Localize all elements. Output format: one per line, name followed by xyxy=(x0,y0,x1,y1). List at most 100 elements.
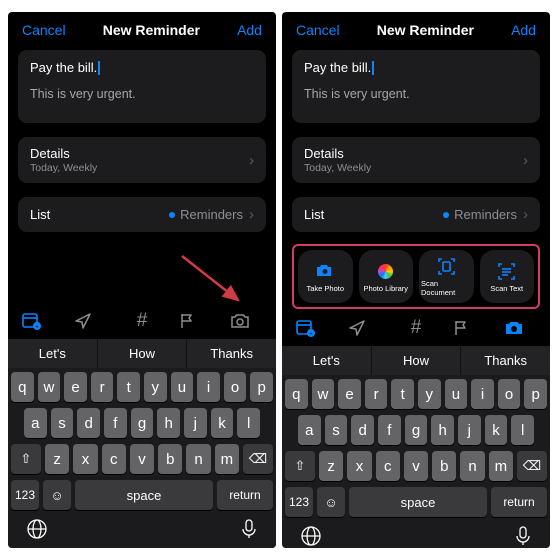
space-key[interactable]: space xyxy=(75,480,213,510)
photo-library-button[interactable]: Photo Library xyxy=(359,250,414,303)
key-b[interactable]: b xyxy=(158,444,182,474)
return-key[interactable]: return xyxy=(217,480,273,510)
key-x[interactable]: x xyxy=(347,451,371,481)
return-key[interactable]: return xyxy=(491,487,547,517)
mic-icon[interactable] xyxy=(240,518,258,540)
add-button[interactable]: Add xyxy=(511,22,536,38)
suggestion[interactable]: How xyxy=(98,339,188,368)
key-d[interactable]: d xyxy=(77,408,100,438)
shift-key[interactable]: ⇧ xyxy=(285,451,315,481)
key-t[interactable]: t xyxy=(391,379,414,409)
key-e[interactable]: e xyxy=(64,372,87,402)
key-s[interactable]: s xyxy=(325,415,348,445)
reminder-title-field[interactable]: Pay the bill. xyxy=(304,60,528,75)
key-l[interactable]: l xyxy=(237,408,260,438)
suggestion[interactable]: Thanks xyxy=(187,339,276,368)
key-r[interactable]: r xyxy=(91,372,114,402)
key-b[interactable]: b xyxy=(432,451,456,481)
key-c[interactable]: c xyxy=(102,444,126,474)
key-w[interactable]: w xyxy=(312,379,335,409)
reminder-notes-field[interactable]: This is very urgent. xyxy=(30,87,254,101)
key-y[interactable]: y xyxy=(418,379,441,409)
cancel-button[interactable]: Cancel xyxy=(296,22,340,38)
key-r[interactable]: r xyxy=(365,379,388,409)
key-m[interactable]: m xyxy=(215,444,239,474)
keyboard[interactable]: qwertyuiop asdfghjkl ⇧ zxcvbnm ⌫ 123 ☺ s… xyxy=(282,375,550,523)
key-v[interactable]: v xyxy=(130,444,154,474)
globe-icon[interactable] xyxy=(300,525,322,547)
key-x[interactable]: x xyxy=(73,444,97,474)
key-i[interactable]: i xyxy=(197,372,220,402)
key-f[interactable]: f xyxy=(104,408,127,438)
key-h[interactable]: h xyxy=(431,415,454,445)
location-icon[interactable] xyxy=(74,312,106,330)
details-row[interactable]: Details Today, Weekly › xyxy=(18,137,266,183)
key-a[interactable]: a xyxy=(298,415,321,445)
camera-icon[interactable] xyxy=(504,320,536,336)
suggestion[interactable]: Let's xyxy=(8,339,98,368)
add-button[interactable]: Add xyxy=(237,22,262,38)
reminder-title-field[interactable]: Pay the bill. xyxy=(30,60,254,75)
key-u[interactable]: u xyxy=(445,379,468,409)
key-z[interactable]: z xyxy=(45,444,69,474)
key-w[interactable]: w xyxy=(38,372,61,402)
key-q[interactable]: q xyxy=(285,379,308,409)
hashtag-icon[interactable]: # xyxy=(126,310,158,332)
key-p[interactable]: p xyxy=(250,372,273,402)
key-p[interactable]: p xyxy=(524,379,547,409)
key-n[interactable]: n xyxy=(460,451,484,481)
camera-icon[interactable] xyxy=(230,313,262,329)
emoji-key[interactable]: ☺ xyxy=(317,487,345,517)
key-k[interactable]: k xyxy=(211,408,234,438)
key-s[interactable]: s xyxy=(51,408,74,438)
globe-icon[interactable] xyxy=(26,518,48,540)
key-l[interactable]: l xyxy=(511,415,534,445)
scan-document-button[interactable]: Scan Document xyxy=(419,250,474,303)
keyboard[interactable]: qwertyuiop asdfghjkl ⇧ zxcvbnm ⌫ 123 ☺ s… xyxy=(8,368,276,516)
flag-icon[interactable] xyxy=(178,312,210,330)
flag-icon[interactable] xyxy=(452,319,484,337)
take-photo-button[interactable]: Take Photo xyxy=(298,250,353,303)
space-key[interactable]: space xyxy=(349,487,487,517)
key-a[interactable]: a xyxy=(24,408,47,438)
key-g[interactable]: g xyxy=(405,415,428,445)
key-o[interactable]: o xyxy=(224,372,247,402)
key-t[interactable]: t xyxy=(117,372,140,402)
reminder-notes-field[interactable]: This is very urgent. xyxy=(304,87,528,101)
suggestion[interactable]: How xyxy=(372,346,462,375)
key-o[interactable]: o xyxy=(498,379,521,409)
key-i[interactable]: i xyxy=(471,379,494,409)
key-u[interactable]: u xyxy=(171,372,194,402)
location-icon[interactable] xyxy=(348,319,380,337)
reminder-note[interactable]: Pay the bill. This is very urgent. xyxy=(292,50,540,123)
numbers-key[interactable]: 123 xyxy=(285,487,313,517)
key-z[interactable]: z xyxy=(319,451,343,481)
list-row[interactable]: List Reminders › xyxy=(18,197,266,232)
key-f[interactable]: f xyxy=(378,415,401,445)
key-d[interactable]: d xyxy=(351,415,374,445)
shift-key[interactable]: ⇧ xyxy=(11,444,41,474)
suggestion[interactable]: Thanks xyxy=(461,346,550,375)
emoji-key[interactable]: ☺ xyxy=(43,480,71,510)
reminder-note[interactable]: Pay the bill. This is very urgent. xyxy=(18,50,266,123)
key-e[interactable]: e xyxy=(338,379,361,409)
calendar-icon[interactable]: + xyxy=(296,319,328,337)
key-k[interactable]: k xyxy=(485,415,508,445)
key-c[interactable]: c xyxy=(376,451,400,481)
key-g[interactable]: g xyxy=(131,408,154,438)
mic-icon[interactable] xyxy=(514,525,532,547)
key-v[interactable]: v xyxy=(404,451,428,481)
backspace-key[interactable]: ⌫ xyxy=(243,444,273,474)
key-m[interactable]: m xyxy=(489,451,513,481)
key-j[interactable]: j xyxy=(458,415,481,445)
list-row[interactable]: List Reminders › xyxy=(292,197,540,232)
key-n[interactable]: n xyxy=(186,444,210,474)
key-y[interactable]: y xyxy=(144,372,167,402)
hashtag-icon[interactable]: # xyxy=(400,317,432,339)
details-row[interactable]: Details Today, Weekly › xyxy=(292,137,540,183)
scan-text-button[interactable]: Scan Text xyxy=(480,250,535,303)
calendar-icon[interactable]: + xyxy=(22,312,54,330)
numbers-key[interactable]: 123 xyxy=(11,480,39,510)
key-q[interactable]: q xyxy=(11,372,34,402)
backspace-key[interactable]: ⌫ xyxy=(517,451,547,481)
